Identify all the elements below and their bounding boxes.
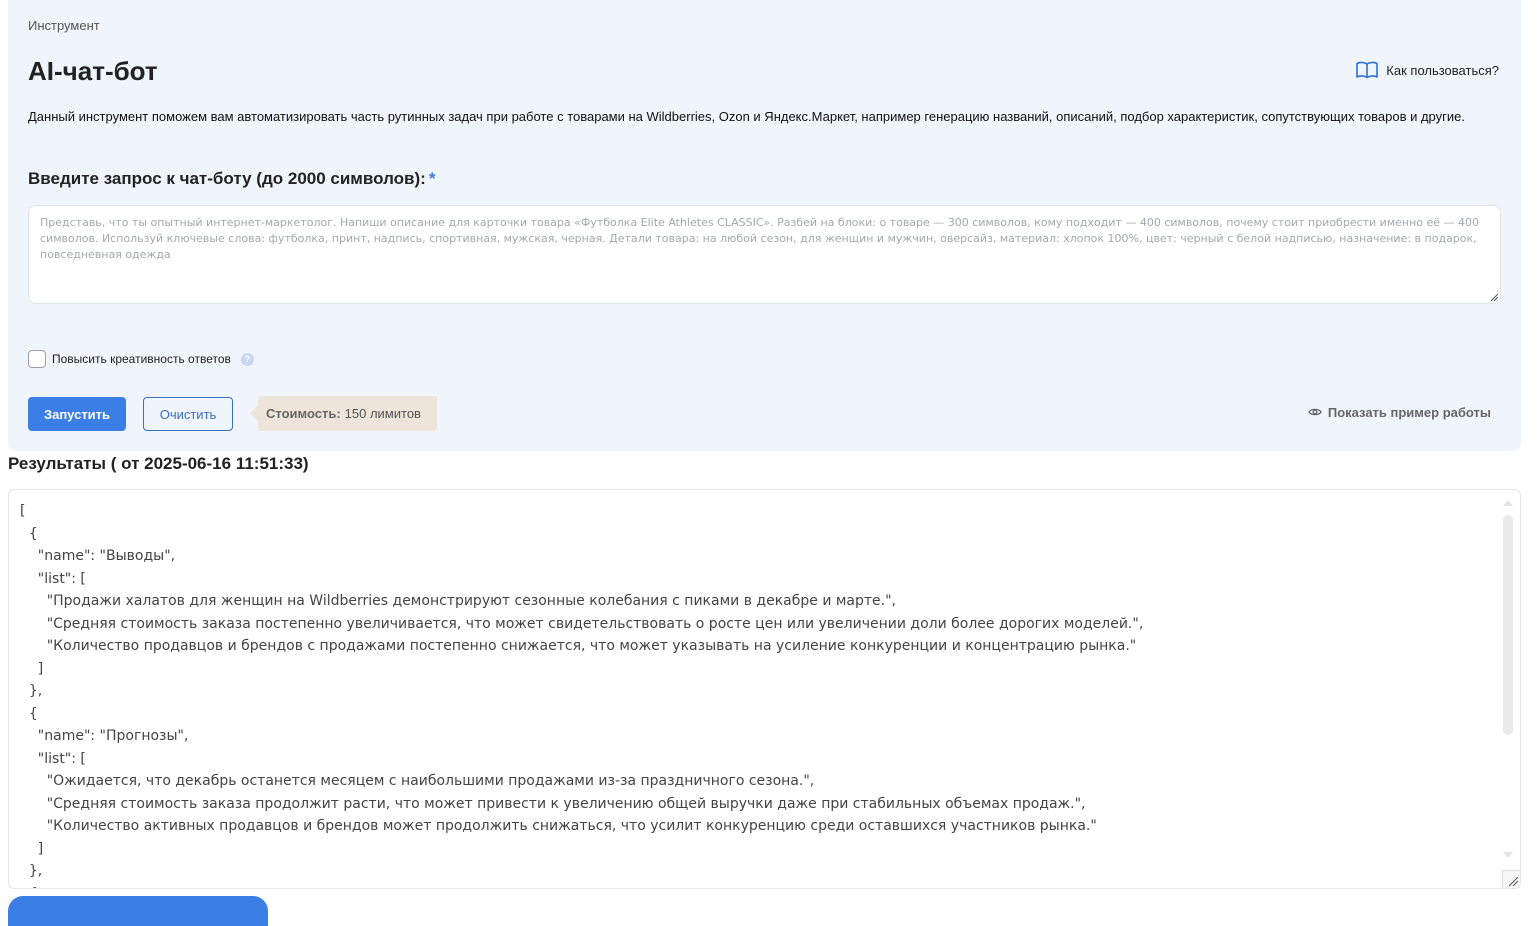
bottom-action-button[interactable] [8, 896, 268, 926]
help-icon[interactable]: ? [240, 352, 254, 366]
tool-description: Данный инструмент поможем вам автоматизи… [28, 109, 1465, 124]
clear-button[interactable]: Очистить [143, 397, 233, 431]
cost-badge: Стоимость: 150 лимитов [250, 396, 437, 431]
results-text: [ { "name": "Выводы", "list": [ "Продажи… [20, 503, 1144, 888]
prompt-input[interactable] [28, 205, 1501, 304]
page-title: AI-чат-бот [28, 56, 158, 86]
eye-icon [1308, 405, 1322, 420]
results-title: Результаты ( от 2025-06-16 11:51:33) [8, 454, 309, 473]
results-output[interactable]: [ { "name": "Выводы", "list": [ "Продажи… [8, 489, 1521, 889]
prompt-label-text: Введите запрос к чат-боту (до 2000 симво… [28, 169, 426, 188]
scroll-up-arrow-icon[interactable] [1503, 500, 1513, 506]
show-example-label: Показать пример работы [1327, 405, 1491, 420]
run-button[interactable]: Запустить [28, 397, 126, 431]
creativity-option[interactable]: Повысить креативность ответов ? [28, 350, 254, 368]
show-example-link[interactable]: Показать пример работы [1308, 405, 1491, 420]
tool-panel: Инструмент AI-чат-бот Как пользоваться? … [8, 0, 1521, 451]
book-icon [1356, 61, 1379, 79]
how-to-use-link[interactable]: Как пользоваться? [1356, 61, 1499, 79]
scroll-thumb[interactable] [1503, 515, 1513, 735]
creativity-checkbox[interactable] [28, 350, 46, 368]
breadcrumb[interactable]: Инструмент [28, 18, 100, 33]
required-mark: * [428, 169, 436, 188]
results-resize-handle[interactable] [1502, 870, 1520, 888]
resize-grip-icon [1508, 876, 1519, 887]
how-to-use-label: Как пользоваться? [1386, 62, 1499, 78]
scroll-down-arrow-icon[interactable] [1503, 852, 1513, 858]
cost-label: Стоимость: [266, 406, 341, 421]
results-scrollbar[interactable] [1502, 500, 1514, 858]
cost-value: 150 лимитов [344, 406, 421, 421]
prompt-resize-handle[interactable] [1490, 293, 1499, 302]
creativity-label: Повысить креативность ответов [52, 352, 231, 366]
prompt-label: Введите запрос к чат-боту (до 2000 симво… [28, 169, 435, 189]
